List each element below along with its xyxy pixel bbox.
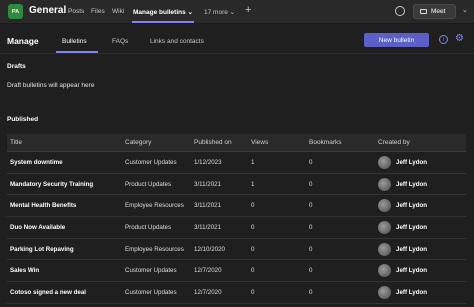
table-row[interactable]: Cotoso signed a new deal Customer Update…	[7, 282, 466, 304]
bulletin-views: 0	[251, 202, 255, 210]
bulletin-title: Cotoso signed a new deal	[10, 289, 86, 297]
bulletin-category: Employee Resources	[125, 202, 184, 210]
published-table: Title Category Published on Views Bookma…	[7, 134, 466, 304]
bulletin-author: Jeff Lydon	[396, 202, 428, 210]
bulletin-title: Sales Win	[10, 267, 40, 275]
tab-wiki[interactable]: Wiki	[112, 8, 124, 15]
bulletin-category: Product Updates	[125, 224, 172, 232]
tab-more[interactable]: 17 more ⌄	[204, 8, 235, 16]
bulletin-title: Duo Now Available	[10, 224, 66, 232]
chat-icon[interactable]	[395, 6, 405, 16]
bulletin-author: Jeff Lydon	[396, 224, 428, 232]
column-header-views[interactable]: Views	[251, 139, 268, 146]
bulletin-published-date: 12/7/2020	[194, 289, 222, 297]
manage-bar: Manage Bulletins FAQs Links and contacts…	[0, 28, 474, 54]
bulletin-category: Customer Updates	[125, 289, 177, 297]
bulletin-views: 0	[251, 289, 255, 297]
column-header-bookmarks[interactable]: Bookmarks	[309, 139, 342, 146]
chevron-down-icon[interactable]: ⌄	[462, 6, 468, 14]
bulletin-published-date: 3/11/2021	[194, 202, 222, 210]
bulletin-author: Jeff Lydon	[396, 267, 428, 275]
tab-manage-bulletins-label: Manage bulletins	[133, 9, 186, 16]
bulletin-published-date: 3/11/2021	[194, 180, 222, 188]
avatar	[378, 177, 391, 191]
chevron-down-icon: ⌄	[229, 9, 236, 16]
tab-manage-bulletins[interactable]: Manage bulletins ⌄	[133, 8, 193, 16]
new-bulletin-button[interactable]: New bulletin	[364, 33, 429, 47]
bulletin-views: 1	[251, 159, 255, 166]
meet-button[interactable]: Meet	[413, 4, 456, 19]
bulletin-author: Jeff Lydon	[396, 180, 428, 188]
column-header-published-on[interactable]: Published on	[194, 139, 232, 146]
gear-icon[interactable]: ⚙	[455, 33, 464, 44]
page-title: Manage	[7, 36, 39, 46]
bulletin-bookmarks: 0	[309, 267, 313, 275]
bulletin-author: Jeff Lydon	[396, 289, 428, 297]
tab-links-and-contacts[interactable]: Links and contacts	[150, 38, 204, 45]
bulletin-bookmarks: 0	[309, 245, 313, 253]
team-avatar[interactable]: PA	[8, 4, 23, 19]
avatar	[378, 286, 391, 300]
bulletin-title: System downtime	[10, 159, 63, 166]
bulletin-category: Product Updates	[125, 180, 172, 188]
table-row[interactable]: Mandatory Security Training Product Upda…	[7, 173, 466, 196]
bulletin-published-date: 3/11/2021	[194, 224, 222, 232]
active-tab-indicator	[56, 51, 98, 53]
table-header: Title Category Published on Views Bookma…	[7, 134, 466, 152]
bulletin-published-date: 12/7/2020	[194, 267, 222, 275]
bulletin-author: Jeff Lydon	[396, 245, 428, 253]
bulletin-views: 1	[251, 180, 255, 188]
active-tab-indicator	[132, 21, 194, 23]
channel-header: PA General Posts Files Wiki Manage bulle…	[0, 0, 474, 24]
avatar	[378, 199, 391, 213]
bulletin-category: Customer Updates	[125, 159, 177, 166]
avatar	[378, 242, 391, 256]
chevron-down-icon: ⌄	[187, 9, 193, 16]
bulletin-category: Employee Resources	[125, 245, 184, 253]
channel-name: General	[29, 5, 67, 16]
bulletin-views: 0	[251, 267, 255, 275]
bulletin-bookmarks: 0	[309, 224, 313, 232]
tab-more-label: 17 more	[204, 9, 228, 16]
table-row[interactable]: Sales Win Customer Updates 12/7/2020 0 0…	[7, 260, 466, 283]
bulletin-title: Mandatory Security Training	[10, 180, 94, 188]
bulletin-published-date: 12/10/2020	[194, 245, 225, 253]
bulletin-author: Jeff Lydon	[396, 159, 428, 166]
table-row[interactable]: Duo Now Available Product Updates 3/11/2…	[7, 217, 466, 239]
drafts-heading: Drafts	[7, 63, 26, 70]
bulletin-bookmarks: 0	[309, 289, 313, 297]
avatar	[378, 156, 391, 169]
bulletin-published-date: 1/12/2023	[194, 159, 222, 166]
bulletin-title: Mental Health Benefits	[10, 202, 77, 210]
meet-label: Meet	[431, 8, 446, 15]
tab-files[interactable]: Files	[91, 8, 105, 15]
avatar	[378, 221, 391, 235]
tab-posts[interactable]: Posts	[68, 8, 84, 15]
bulletin-views: 0	[251, 245, 255, 253]
column-header-created-by[interactable]: Created by	[378, 139, 410, 146]
tab-bulletins[interactable]: Bulletins	[62, 38, 87, 45]
bulletin-bookmarks: 0	[309, 180, 313, 188]
info-icon[interactable]: i	[439, 35, 448, 44]
video-camera-icon	[420, 9, 427, 14]
avatar	[378, 264, 391, 278]
bulletin-bookmarks: 0	[309, 159, 313, 166]
table-row[interactable]: Parking Lot Repaving Employee Resources …	[7, 238, 466, 261]
bulletin-views: 0	[251, 224, 255, 232]
published-heading: Published	[7, 116, 39, 123]
bulletin-bookmarks: 0	[309, 202, 313, 210]
add-tab-icon[interactable]: +	[245, 4, 251, 16]
bulletin-title: Parking Lot Repaving	[10, 245, 74, 253]
tab-faqs[interactable]: FAQs	[112, 38, 128, 45]
bulletin-category: Customer Updates	[125, 267, 177, 275]
table-row[interactable]: System downtime Customer Updates 1/12/20…	[7, 152, 466, 174]
column-header-title[interactable]: Title	[10, 139, 22, 146]
table-row[interactable]: Mental Health Benefits Employee Resource…	[7, 195, 466, 218]
drafts-empty-message: Draft bulletins will appear here	[7, 82, 95, 89]
column-header-category[interactable]: Category	[125, 139, 151, 146]
